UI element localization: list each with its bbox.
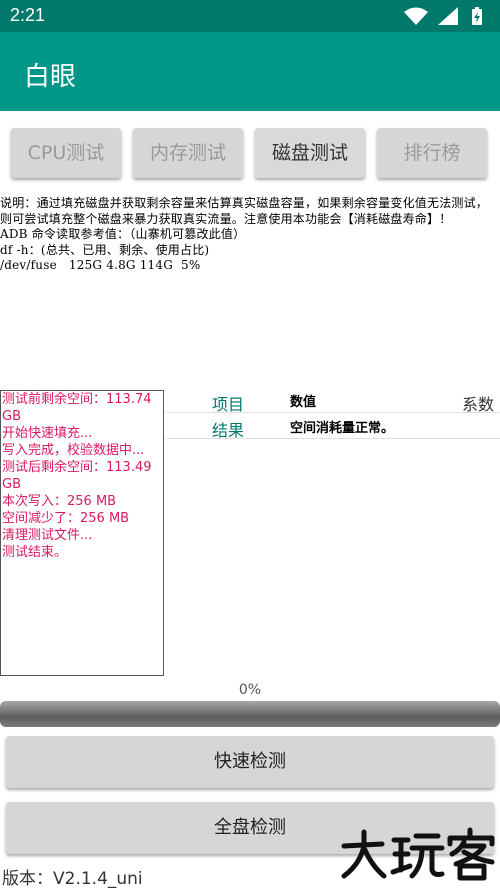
progress-percent: 0% (238, 682, 262, 698)
header-value: 数值 (290, 395, 317, 410)
log-line: 写入完成，校验数据中... (2, 443, 145, 458)
app-bar: 白眼 (0, 32, 500, 111)
table-divider (166, 412, 500, 413)
tab-cpu-test[interactable]: CPU测试 (11, 128, 121, 178)
watermark-logo (341, 827, 495, 881)
status-icons (404, 7, 482, 25)
tab-ranking[interactable]: 排行榜 (377, 128, 487, 178)
progress-bar (0, 701, 500, 727)
row-value: 空间消耗量正常。 (290, 421, 395, 436)
disk-test-description: 说明：通过填充磁盘并获取剩余容量来估算真实磁盘容量，如果剩余容量变化值无法测试，… (0, 196, 489, 272)
log-line: 空间减少了：256 MB (2, 511, 130, 526)
signal-icon (438, 7, 458, 25)
test-log-box[interactable]: 测试前剩余空间：113.74 GB 开始快速填充... 写入完成，校验数据中..… (0, 390, 164, 676)
battery-icon (472, 7, 482, 25)
tab-memory-test[interactable]: 内存测试 (133, 128, 243, 178)
table-divider (166, 438, 500, 439)
quick-check-button[interactable]: 快速检测 (6, 736, 494, 788)
log-line: 开始快速填充... (2, 426, 93, 441)
app-title: 白眼 (24, 62, 77, 92)
log-line: 本次写入：256 MB (2, 494, 117, 509)
status-time: 2:21 (10, 5, 46, 25)
log-line: 测试前剩余空间：113.74 GB (2, 392, 152, 424)
log-line: 测试后剩余空间：113.49 GB (2, 460, 152, 492)
log-line: 测试结束。 (2, 545, 68, 560)
wifi-icon (404, 7, 428, 25)
version-label: 版本：V2.1.4_uni (2, 869, 143, 889)
log-line: 清理测试文件... (2, 528, 93, 543)
result-table: 项目 数值 系数 结果 空间消耗量正常。 (166, 388, 500, 440)
tab-disk-test[interactable]: 磁盘测试 (255, 128, 365, 178)
status-bar: 2:21 (0, 0, 500, 32)
